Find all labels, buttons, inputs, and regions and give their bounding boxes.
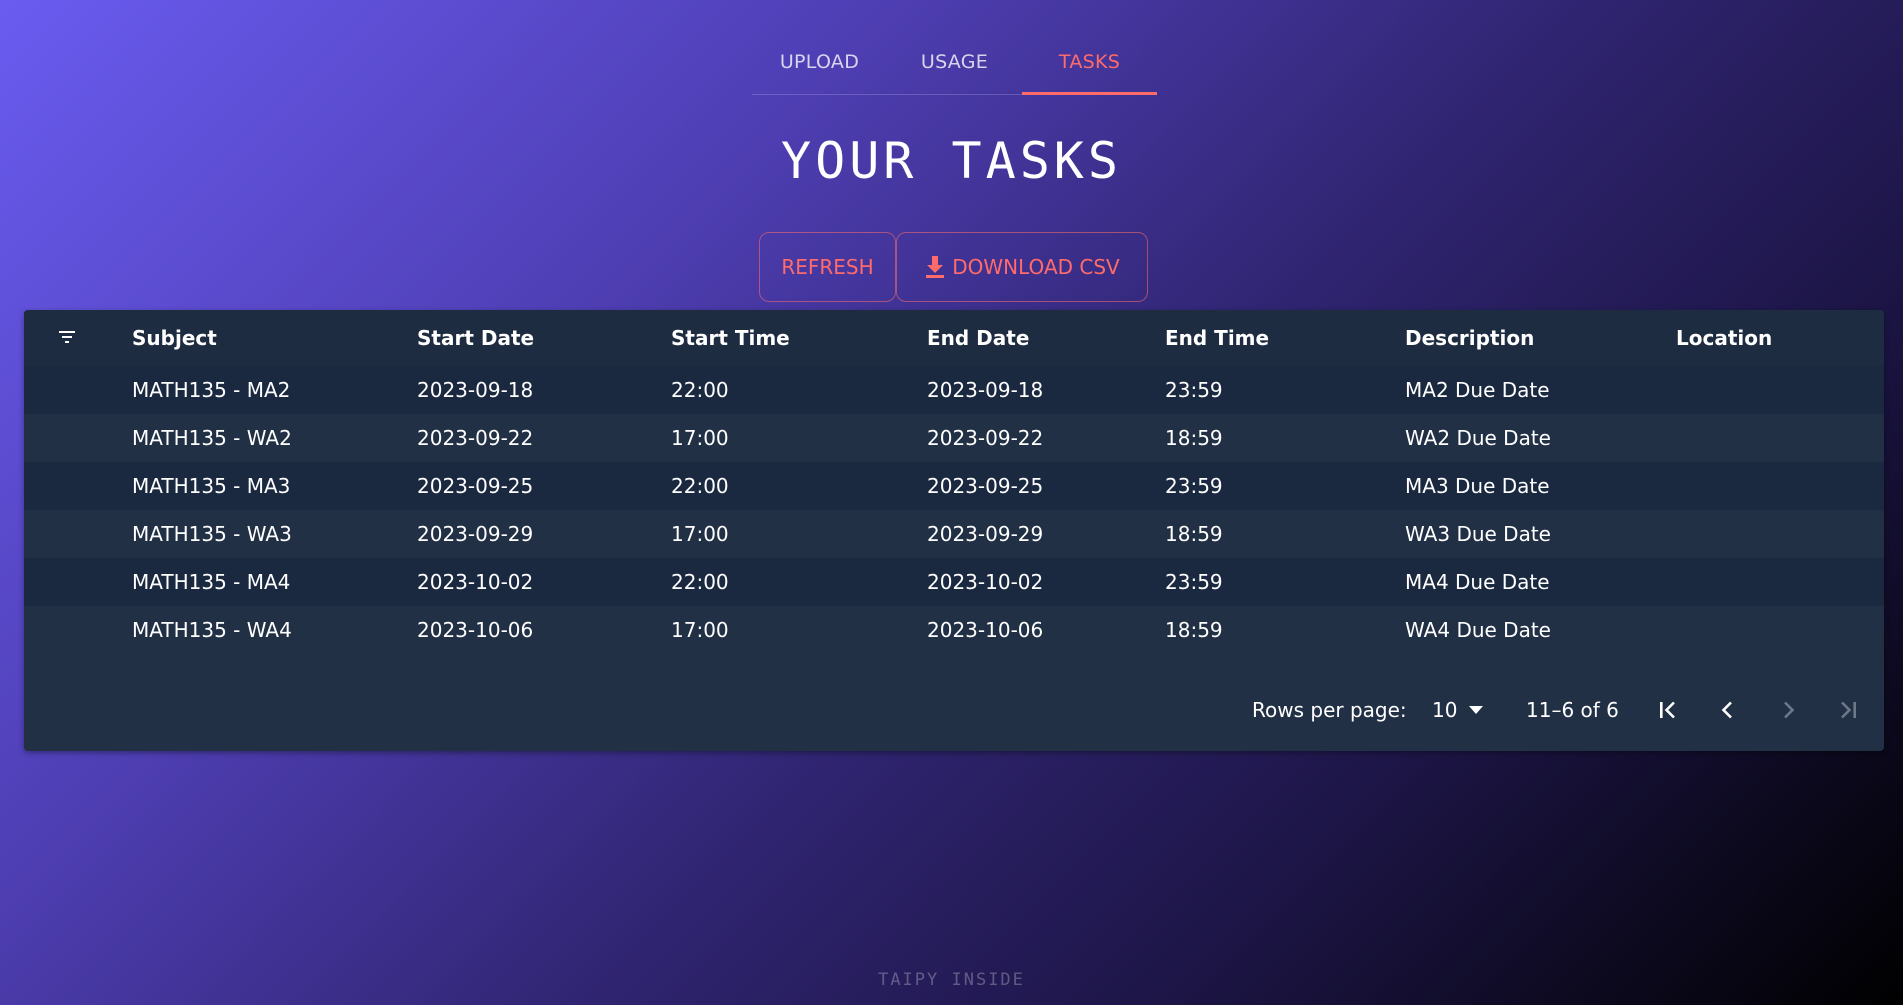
cell-description: MA2 Due Date	[1405, 378, 1550, 402]
rows-per-page-label: Rows per page:	[1252, 698, 1407, 722]
cell-subject: MATH135 - MA3	[132, 474, 291, 498]
column-header-start-date[interactable]: Start Date	[417, 310, 534, 366]
cell-end-date: 2023-10-02	[927, 570, 1044, 594]
cell-subject: MATH135 - MA2	[132, 378, 291, 402]
nav-tabs: UPLOAD USAGE TASKS	[752, 30, 1157, 95]
table-row[interactable]: MATH135 - WA2 2023-09-22 17:00 2023-09-2…	[24, 414, 1884, 462]
cell-end-time: 23:59	[1165, 378, 1223, 402]
cell-subject: MATH135 - WA4	[132, 618, 292, 642]
first-page-button[interactable]	[1654, 696, 1682, 724]
column-header-end-time[interactable]: End Time	[1165, 310, 1269, 366]
cell-subject: MATH135 - WA2	[132, 426, 292, 450]
cell-description: WA2 Due Date	[1405, 426, 1551, 450]
table-header: Subject Start Date Start Time End Date E…	[24, 310, 1884, 366]
first-page-icon	[1657, 699, 1679, 721]
chevron-left-icon	[1717, 699, 1739, 721]
cell-start-time: 17:00	[671, 618, 729, 642]
chevron-right-icon	[1777, 699, 1799, 721]
cell-start-date: 2023-09-22	[417, 426, 534, 450]
cell-start-date: 2023-09-18	[417, 378, 534, 402]
last-page-icon	[1837, 699, 1859, 721]
tab-tasks[interactable]: TASKS	[1022, 30, 1157, 95]
table-row[interactable]: MATH135 - MA4 2023-10-02 22:00 2023-10-0…	[24, 558, 1884, 606]
column-header-start-time[interactable]: Start Time	[671, 310, 790, 366]
cell-end-time: 18:59	[1165, 618, 1223, 642]
refresh-button[interactable]: REFRESH	[759, 232, 896, 302]
rows-per-page-value: 10	[1432, 698, 1458, 722]
cell-end-date: 2023-09-22	[927, 426, 1044, 450]
cell-end-time: 18:59	[1165, 522, 1223, 546]
caret-down-icon	[1469, 706, 1484, 714]
cell-end-time: 18:59	[1165, 426, 1223, 450]
cell-start-date: 2023-10-06	[417, 618, 534, 642]
previous-page-button[interactable]	[1714, 696, 1742, 724]
cell-start-time: 22:00	[671, 570, 729, 594]
tab-usage[interactable]: USAGE	[887, 30, 1022, 94]
cell-description: WA4 Due Date	[1405, 618, 1551, 642]
table-row[interactable]: MATH135 - WA4 2023-10-06 17:00 2023-10-0…	[24, 606, 1884, 654]
filter-icon[interactable]	[56, 328, 78, 348]
download-icon	[924, 255, 946, 279]
cell-start-time: 22:00	[671, 378, 729, 402]
column-header-location[interactable]: Location	[1676, 310, 1772, 366]
cell-start-date: 2023-09-25	[417, 474, 534, 498]
cell-start-date: 2023-10-02	[417, 570, 534, 594]
footer-brand: TAIPY INSIDE	[878, 970, 1025, 990]
cell-end-date: 2023-09-29	[927, 522, 1044, 546]
pagination-range: 11–6 of 6	[1526, 698, 1619, 722]
refresh-button-label: REFRESH	[781, 255, 874, 279]
cell-start-date: 2023-09-29	[417, 522, 534, 546]
cell-description: MA3 Due Date	[1405, 474, 1550, 498]
rows-per-page-select[interactable]: 10	[1432, 670, 1484, 750]
cell-start-time: 22:00	[671, 474, 729, 498]
cell-end-time: 23:59	[1165, 474, 1223, 498]
tasks-table: Subject Start Date Start Time End Date E…	[24, 310, 1884, 751]
column-header-description[interactable]: Description	[1405, 310, 1534, 366]
cell-end-date: 2023-09-25	[927, 474, 1044, 498]
cell-end-time: 23:59	[1165, 570, 1223, 594]
cell-end-date: 2023-10-06	[927, 618, 1044, 642]
table-row[interactable]: MATH135 - WA3 2023-09-29 17:00 2023-09-2…	[24, 510, 1884, 558]
last-page-button[interactable]	[1834, 696, 1862, 724]
column-header-subject[interactable]: Subject	[132, 310, 217, 366]
cell-subject: MATH135 - WA3	[132, 522, 292, 546]
download-csv-button[interactable]: DOWNLOAD CSV	[896, 232, 1148, 302]
table-row[interactable]: MATH135 - MA3 2023-09-25 22:00 2023-09-2…	[24, 462, 1884, 510]
download-csv-label: DOWNLOAD CSV	[952, 255, 1120, 279]
action-bar: REFRESH DOWNLOAD CSV	[759, 232, 1148, 302]
cell-start-time: 17:00	[671, 522, 729, 546]
tab-upload[interactable]: UPLOAD	[752, 30, 887, 94]
next-page-button[interactable]	[1774, 696, 1802, 724]
page-title: YOUR TASKS	[780, 132, 1123, 190]
cell-start-time: 17:00	[671, 426, 729, 450]
cell-description: WA3 Due Date	[1405, 522, 1551, 546]
table-row[interactable]: MATH135 - MA2 2023-09-18 22:00 2023-09-1…	[24, 366, 1884, 414]
cell-description: MA4 Due Date	[1405, 570, 1550, 594]
column-header-end-date[interactable]: End Date	[927, 310, 1029, 366]
table-pagination: Rows per page: 10 11–6 of 6	[24, 670, 1884, 750]
cell-end-date: 2023-09-18	[927, 378, 1044, 402]
cell-subject: MATH135 - MA4	[132, 570, 291, 594]
